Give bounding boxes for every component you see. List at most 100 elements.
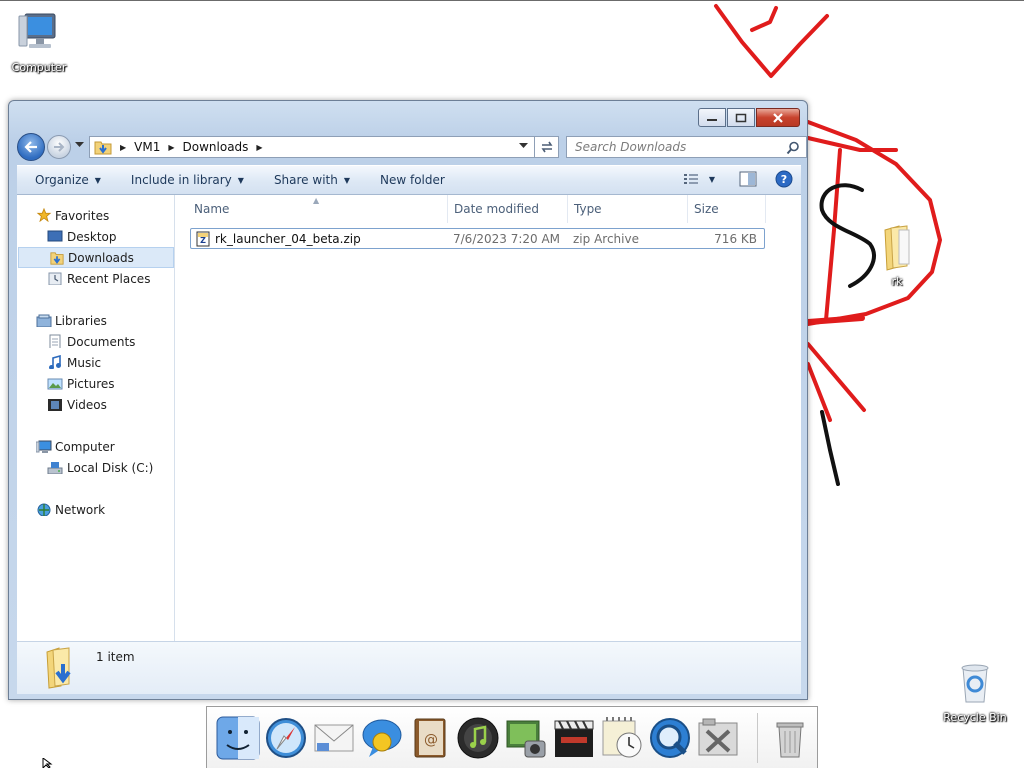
view-options-icon[interactable]: [683, 172, 699, 186]
breadcrumb-vm1[interactable]: VM1: [134, 140, 160, 154]
breadcrumb-arrow-icon[interactable]: ▶: [256, 143, 262, 152]
videos-icon: [48, 399, 62, 411]
nav-item-computer[interactable]: Computer: [17, 436, 174, 457]
navigation-pane: Favorites Desktop Downloads Recent Place…: [17, 195, 175, 641]
nav-label: Libraries: [55, 313, 107, 328]
dock-iphoto[interactable]: [503, 715, 549, 761]
nav-item-music[interactable]: Music: [17, 352, 174, 373]
ichat-icon: [362, 719, 402, 757]
minimize-button[interactable]: [698, 108, 726, 127]
utilities-icon: [698, 718, 738, 756]
nav-label: Recent Places: [67, 271, 151, 286]
item-count: 1 item: [96, 650, 135, 664]
content-area: Favorites Desktop Downloads Recent Place…: [17, 195, 801, 641]
organize-label: Organize: [35, 173, 89, 187]
chevron-down-icon: ▼: [237, 175, 244, 185]
dock-trash[interactable]: [767, 715, 813, 761]
view-dropdown-icon[interactable]: ▼: [709, 175, 715, 184]
dock-itunes[interactable]: [455, 715, 501, 761]
column-header-row: ▲ Name Date modified Type Size: [176, 195, 766, 223]
nav-label: Desktop: [67, 229, 117, 244]
nav-item-downloads[interactable]: Downloads: [18, 247, 174, 268]
new-folder-button[interactable]: New folder: [380, 173, 445, 187]
dock-safari[interactable]: [263, 715, 309, 761]
close-icon: [773, 112, 783, 123]
trash-icon: [776, 722, 804, 758]
refresh-button[interactable]: [535, 136, 559, 158]
desktop-icon-label: Recycle Bin: [943, 711, 1007, 724]
dock-ical[interactable]: [599, 715, 645, 761]
nav-label: Favorites: [55, 208, 110, 223]
maximize-button[interactable]: [727, 108, 755, 127]
nav-item-documents[interactable]: Documents: [17, 331, 174, 352]
recycle-bin-icon: [961, 664, 989, 703]
column-header-name[interactable]: ▲ Name: [176, 195, 448, 223]
desktop-icon-recycle-bin[interactable]: Recycle Bin: [940, 660, 1010, 724]
computer-icon: [18, 13, 56, 48]
computer-icon: [36, 440, 52, 453]
command-bar: Organize ▼ Include in library ▼ Share with…: [17, 165, 801, 195]
nav-item-videos[interactable]: Videos: [17, 394, 174, 415]
nav-label: Videos: [67, 397, 107, 412]
chevron-down-icon: ▼: [94, 175, 101, 185]
dock-quicktime[interactable]: [647, 715, 693, 761]
search-box[interactable]: [566, 136, 807, 158]
close-button[interactable]: [756, 108, 800, 127]
address-bar[interactable]: ▶ VM1 ▶ Downloads ▶: [89, 136, 535, 158]
column-header-type[interactable]: Type: [568, 195, 688, 223]
breadcrumb-arrow-icon[interactable]: ▶: [120, 143, 126, 152]
share-with-button[interactable]: Share with ▼: [274, 173, 350, 187]
preview-pane-icon[interactable]: [739, 171, 757, 187]
file-row[interactable]: Z rk_launcher_04_beta.zip 7/6/2023 7:20 …: [190, 228, 765, 249]
dock-separator: [757, 713, 758, 763]
forward-button[interactable]: [47, 135, 71, 159]
nav-item-recent-places[interactable]: Recent Places: [17, 268, 174, 289]
forward-arrow-icon: [54, 142, 65, 152]
nav-item-network[interactable]: Network: [17, 499, 174, 520]
local-disk-icon: [47, 462, 63, 474]
nav-item-local-disk[interactable]: Local Disk (C:): [17, 457, 174, 478]
address-book-icon: @: [414, 718, 446, 758]
dock: @: [206, 706, 818, 768]
file-name-cell: Z rk_launcher_04_beta.zip: [191, 231, 449, 247]
svg-text:@: @: [424, 732, 438, 748]
back-button[interactable]: [17, 133, 45, 161]
safari-icon: [266, 718, 306, 758]
imovie-icon: [554, 720, 594, 757]
dock-finder[interactable]: [215, 715, 261, 761]
address-dropdown-icon[interactable]: [519, 143, 528, 149]
breadcrumb-downloads[interactable]: Downloads: [183, 140, 249, 154]
nav-item-favorites[interactable]: Favorites: [17, 205, 174, 226]
maximize-icon: [735, 113, 747, 122]
column-header-date-modified[interactable]: Date modified: [448, 195, 568, 223]
desktop-icon-computer[interactable]: Computer: [4, 8, 74, 74]
include-in-library-button[interactable]: Include in library ▼: [131, 173, 244, 187]
view-controls: ▼ ?: [683, 170, 793, 188]
search-input[interactable]: [575, 140, 775, 154]
libraries-icon: [36, 314, 52, 327]
search-icon[interactable]: [786, 141, 800, 155]
nav-item-desktop[interactable]: Desktop: [17, 226, 174, 247]
breadcrumb-arrow-icon[interactable]: ▶: [168, 143, 174, 152]
dock-mail[interactable]: [311, 715, 357, 761]
dock-ichat[interactable]: [359, 715, 405, 761]
dock-utilities[interactable]: [695, 715, 741, 761]
dock-imovie[interactable]: [551, 715, 597, 761]
quicktime-icon: [650, 718, 690, 758]
help-icon[interactable]: ?: [775, 170, 793, 188]
back-arrow-icon: [24, 141, 37, 153]
organize-button[interactable]: Organize ▼: [35, 173, 101, 187]
ical-icon: [602, 717, 642, 758]
finder-icon: [216, 716, 260, 760]
mouse-cursor-icon: [42, 758, 53, 768]
chevron-down-icon: ▼: [343, 175, 350, 185]
nav-item-libraries[interactable]: Libraries: [17, 310, 174, 331]
desktop-icon-rk-folder[interactable]: rk: [862, 222, 932, 288]
dock-address-book[interactable]: @: [407, 715, 453, 761]
recent-pages-dropdown-icon[interactable]: [75, 142, 84, 148]
nav-item-pictures[interactable]: Pictures: [17, 373, 174, 394]
svg-text:?: ?: [781, 173, 787, 186]
column-header-size[interactable]: Size: [688, 195, 766, 223]
